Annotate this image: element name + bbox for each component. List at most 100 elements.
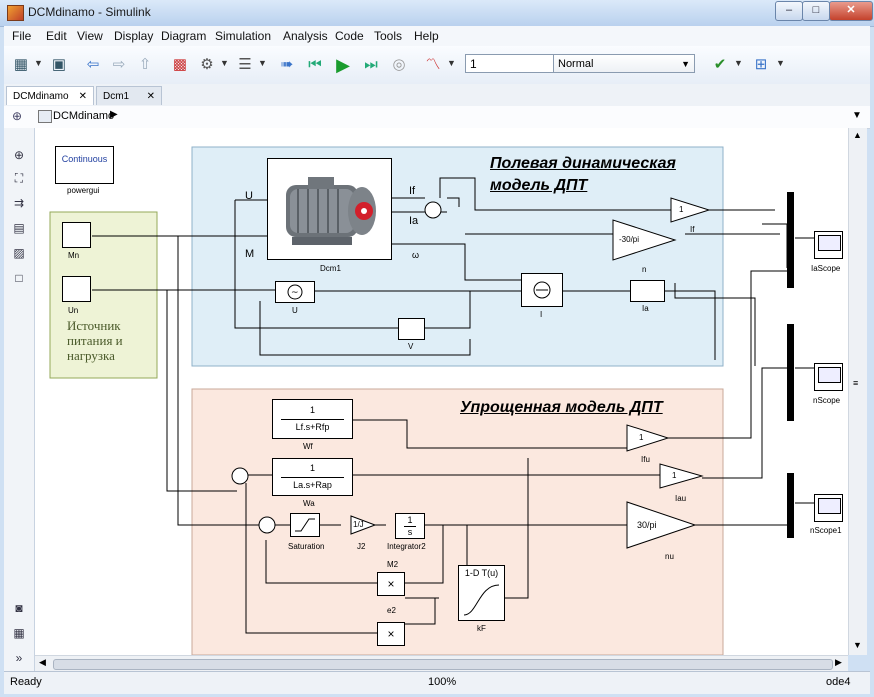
scroll-down-icon[interactable]: ▼: [853, 640, 862, 650]
diagram-canvas[interactable]: Continuous powergui Mn Un Источник питан…: [35, 128, 848, 655]
scroll-up-icon[interactable]: ▲: [853, 130, 862, 140]
model-icon: [38, 110, 52, 123]
chevron-down-icon[interactable]: ▼: [734, 58, 743, 68]
save-icon[interactable]: ▣: [48, 54, 70, 76]
hide-browser-icon[interactable]: ⊕: [12, 109, 22, 123]
zoom-icon[interactable]: ⊕: [11, 148, 27, 162]
current-meas-block[interactable]: [630, 280, 665, 302]
chevron-down-icon[interactable]: ▼: [852, 110, 862, 121]
lookup-table-block[interactable]: 1-D T(u): [458, 565, 505, 621]
tab-dcmdinamo[interactable]: DCMdinamo ✕: [6, 86, 94, 105]
step-back-icon[interactable]: ⏮: [304, 54, 326, 76]
wf-numerator: 1: [309, 405, 315, 415]
j-label: J2: [357, 542, 366, 551]
model-explorer-icon[interactable]: ☰: [234, 54, 256, 76]
build-grid-icon[interactable]: ⊞: [750, 54, 772, 76]
scroll-right-icon[interactable]: ▶: [835, 657, 842, 668]
integrator-denominator: s: [407, 527, 413, 537]
nscope1-block[interactable]: [814, 494, 843, 522]
chevron-down-icon[interactable]: ▼: [258, 58, 267, 68]
toolbar: ▦ ▼ ▣ ⇦ ⇨ ⇧ ▩ ⚙ ▼ ☰ ▼ ➠ ⏮ ▶ ⏭ ◎ 〽 ▼ 1 No…: [4, 46, 870, 85]
gain-iau-value[interactable]: 1: [672, 471, 676, 480]
voltage-source-block[interactable]: ~: [275, 281, 315, 303]
library-browser-icon[interactable]: ▩: [169, 54, 191, 76]
gain-nu-value[interactable]: 30/pi: [637, 520, 657, 530]
product-e2-block[interactable]: ×: [377, 622, 405, 646]
menu-code[interactable]: Code: [335, 29, 364, 43]
horizontal-scrollbar[interactable]: ◀ ▶: [35, 655, 848, 672]
port-m-label: M: [245, 248, 255, 260]
field-model-title: Полевая динамическая: [490, 155, 676, 172]
run-play-icon[interactable]: ▶: [332, 54, 354, 76]
breadcrumb-model[interactable]: DCMdinamo: [53, 110, 114, 122]
model-advisor-check-icon[interactable]: ✔: [709, 54, 731, 76]
maximize-button[interactable]: □: [802, 1, 830, 21]
back-arrow-icon[interactable]: ⇦: [82, 54, 104, 76]
fit-to-view-icon[interactable]: ⛶: [11, 171, 27, 185]
model-settings-gear-icon[interactable]: ⚙: [196, 54, 218, 76]
update-diagram-icon[interactable]: ➠: [276, 54, 298, 76]
saturation-block[interactable]: [290, 513, 320, 537]
simulation-mode-select[interactable]: Normal ▼: [553, 54, 695, 73]
gain-n-value[interactable]: -30/pi: [619, 235, 639, 244]
powergui-block[interactable]: Continuous: [55, 146, 114, 184]
menu-tools[interactable]: Tools: [374, 29, 402, 43]
close-tab-icon[interactable]: ✕: [147, 87, 155, 106]
dcm1-motor-block[interactable]: [267, 158, 392, 260]
menu-file[interactable]: File: [12, 29, 31, 43]
block-v-label: V: [408, 342, 414, 351]
tab-dcm1[interactable]: Dcm1 ✕: [96, 86, 162, 105]
close-button[interactable]: ✕: [829, 1, 873, 21]
integrator-block[interactable]: 1 s: [395, 513, 425, 539]
wf-label: Wf: [303, 442, 313, 451]
gain-ifu-value[interactable]: 1: [639, 433, 643, 442]
nscope-block[interactable]: [814, 363, 843, 391]
mn-step-block[interactable]: [62, 222, 91, 248]
menu-analysis[interactable]: Analysis: [283, 29, 328, 43]
menu-edit[interactable]: Edit: [46, 29, 67, 43]
chevron-down-icon[interactable]: ▼: [776, 58, 785, 68]
screenshot-icon[interactable]: ◙: [11, 601, 27, 615]
arrow-right-icon[interactable]: ⇉: [11, 196, 27, 210]
scroll-left-icon[interactable]: ◀: [39, 657, 46, 668]
up-arrow-icon[interactable]: ⇧: [134, 54, 156, 76]
properties-icon[interactable]: ▦: [11, 626, 27, 640]
stop-icon[interactable]: ◎: [388, 54, 410, 76]
data-inspector-icon[interactable]: 〽: [422, 54, 444, 76]
minimize-button[interactable]: –: [775, 1, 803, 21]
menu-display[interactable]: Display: [114, 29, 153, 43]
close-tab-icon[interactable]: ✕: [79, 87, 87, 106]
chevron-down-icon[interactable]: ▼: [34, 58, 43, 68]
scroll-grip-icon[interactable]: ≡: [853, 378, 858, 388]
menu-simulation[interactable]: Simulation: [215, 29, 271, 43]
image-icon[interactable]: ▨: [11, 246, 27, 260]
block-i-label: I: [540, 310, 543, 319]
current-source-block[interactable]: [521, 273, 563, 307]
un-step-block[interactable]: [62, 276, 91, 302]
step-forward-icon[interactable]: ⏭: [360, 54, 382, 76]
annotation-icon[interactable]: ▤: [11, 221, 27, 235]
forward-arrow-icon[interactable]: ⇨: [108, 54, 130, 76]
chevron-right-icon[interactable]: ▶: [110, 109, 118, 120]
scroll-thumb[interactable]: [53, 659, 833, 670]
new-model-icon[interactable]: ▦: [10, 54, 32, 76]
port-u-label: U: [245, 190, 253, 202]
powergui-label: powergui: [67, 186, 100, 195]
expand-icon[interactable]: »: [11, 651, 27, 665]
chevron-down-icon[interactable]: ▼: [447, 58, 456, 68]
simulation-mode-value: Normal: [558, 58, 594, 70]
product-m2-block[interactable]: ×: [377, 572, 405, 596]
gain-if-value[interactable]: 1: [679, 205, 683, 214]
voltage-meas-block[interactable]: [398, 318, 425, 340]
iascope-block[interactable]: [814, 231, 843, 259]
menu-help[interactable]: Help: [414, 29, 439, 43]
menu-view[interactable]: View: [77, 29, 103, 43]
chevron-down-icon[interactable]: ▼: [220, 58, 229, 68]
j-gain-value[interactable]: 1/J: [353, 520, 364, 529]
area-icon[interactable]: □: [11, 271, 27, 285]
wa-transfer-fcn[interactable]: 1 La.s+Rap: [272, 458, 353, 496]
simulink-app-icon: [7, 5, 24, 21]
menu-diagram[interactable]: Diagram: [161, 29, 206, 43]
wf-transfer-fcn[interactable]: 1 Lf.s+Rfp: [272, 399, 353, 439]
vertical-scrollbar[interactable]: ▲ ≡ ▼: [848, 128, 867, 655]
